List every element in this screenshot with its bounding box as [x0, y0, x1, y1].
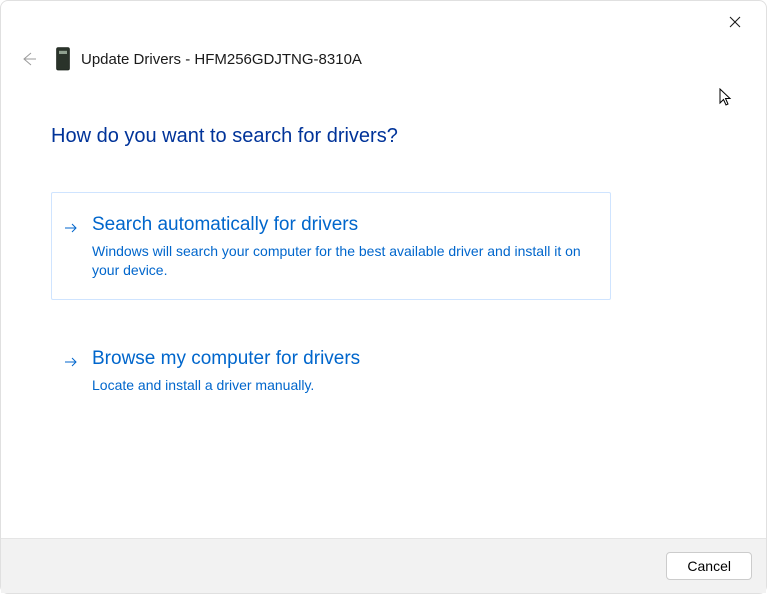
option-description: Windows will search your computer for th… — [92, 242, 592, 280]
main-heading: How do you want to search for drivers? — [51, 125, 716, 148]
option-title: Search automatically for drivers — [92, 213, 592, 238]
device-name: HFM256GDJTNG-8310A — [194, 51, 362, 68]
cancel-button[interactable]: Cancel — [666, 552, 752, 580]
arrow-left-icon — [21, 51, 37, 67]
header-row: Update Drivers - HFM256GDJTNG-8310A — [1, 1, 766, 77]
close-icon — [729, 16, 741, 28]
option-description: Locate and install a driver manually. — [92, 376, 592, 395]
arrow-right-icon — [64, 349, 82, 375]
close-button[interactable] — [717, 8, 753, 36]
option-browse-computer[interactable]: Browse my computer for drivers Locate an… — [51, 326, 611, 416]
dialog-title: Update Drivers - HFM256GDJTNG-8310A — [81, 51, 362, 68]
arrow-right-icon — [64, 215, 82, 241]
footer: Cancel — [1, 538, 766, 593]
content-area: How do you want to search for drivers? S… — [1, 77, 766, 538]
option-search-automatically[interactable]: Search automatically for drivers Windows… — [51, 192, 611, 300]
option-text: Browse my computer for drivers Locate an… — [92, 347, 592, 395]
dialog-window: Update Drivers - HFM256GDJTNG-8310A How … — [0, 0, 767, 594]
device-icon — [55, 49, 71, 69]
option-title: Browse my computer for drivers — [92, 347, 592, 372]
option-text: Search automatically for drivers Windows… — [92, 213, 592, 279]
title-prefix: Update Drivers - — [81, 51, 194, 68]
back-button[interactable] — [19, 49, 39, 69]
